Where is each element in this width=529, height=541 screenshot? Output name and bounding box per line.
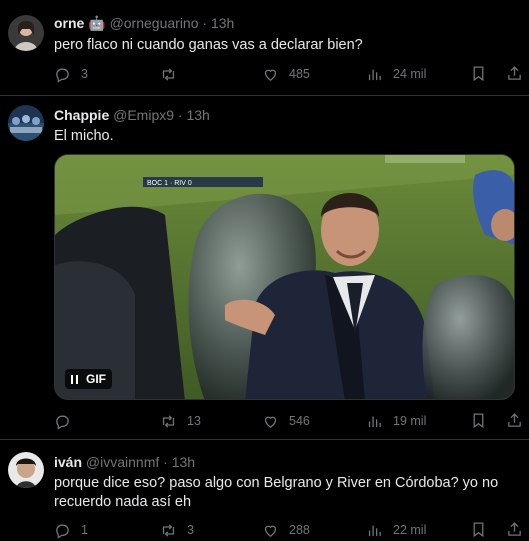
reply-count: 3 [81,67,88,81]
views-count: 19 mil [393,414,427,428]
display-name[interactable]: iván [54,454,82,470]
like-button[interactable]: 288 [262,520,310,540]
tweet-text: porque dice eso? paso algo con Belgrano … [54,475,499,510]
views-icon [368,525,381,536]
share-button[interactable] [506,521,523,538]
retweet-count: 13 [187,414,201,428]
views-icon [368,416,381,427]
separator-dot: · [202,15,208,31]
separator-dot: · [177,107,183,123]
views-button[interactable]: 24 mil [366,64,426,84]
reply-button[interactable]: 1 [54,520,88,540]
like-button[interactable]: 546 [262,411,310,431]
bookmark-button[interactable] [470,521,487,538]
retweet-icon [162,67,175,81]
gif-media[interactable]: BOC 1 · RIV 0 GIF [54,154,515,400]
retweet-icon [162,523,175,537]
separator-dot: · [163,454,168,470]
gif-badge[interactable]: GIF [65,369,112,389]
action-bar: 1 3 288 22 mil [54,520,521,540]
share-icon [508,66,521,80]
like-icon [264,416,277,428]
like-count: 288 [289,523,310,537]
tweet-text: pero flaco ni cuando ganas vas a declara… [54,37,363,53]
like-button[interactable]: 485 [262,64,310,84]
bookmark-icon [473,522,484,538]
display-name[interactable]: Chappie [54,107,109,123]
reply-icon [56,415,69,430]
gif-label: GIF [86,372,106,386]
timestamp[interactable]: 13h [211,15,234,31]
reply-button[interactable]: 3 [54,64,88,84]
handle[interactable]: @Emipx9 [113,107,174,123]
retweet-button[interactable]: 3 [160,520,194,540]
share-button[interactable] [506,65,523,82]
action-bar: 13 546 19 mil [54,411,521,431]
retweet-button[interactable]: 13 [160,411,201,431]
tweet-2[interactable]: Chappie @Emipx9 · 13h El micho. BOC 1 · … [0,96,529,440]
like-icon [264,69,277,81]
gif-frame: BOC 1 · RIV 0 [55,155,514,399]
share-button[interactable] [506,412,523,429]
bookmark-button[interactable] [470,65,487,82]
share-icon [508,522,521,536]
like-count: 485 [289,67,310,81]
avatar[interactable] [8,452,44,488]
tweet-text: El micho. [54,128,114,144]
reply-count: 1 [81,523,88,537]
bookmark-icon [473,413,484,429]
reply-icon [56,68,69,83]
views-button[interactable]: 19 mil [366,411,426,431]
avatar[interactable] [8,15,44,51]
pause-icon [71,374,78,384]
avatar[interactable] [8,105,44,141]
tweet-3[interactable]: iván @ivvainnmf · 13h porque dice eso? p… [0,440,529,540]
share-icon [508,413,521,427]
views-count: 24 mil [393,67,427,81]
like-count: 546 [289,414,310,428]
action-bar: 3 485 24 mil [54,64,521,84]
timestamp[interactable]: 13h [172,454,195,470]
like-icon [264,525,277,537]
handle[interactable]: @orneguarino [110,15,199,31]
tweet-header: iván @ivvainnmf · 13h [54,453,195,471]
handle[interactable]: @ivvainnmf [86,454,159,470]
display-name[interactable]: orne [54,15,84,31]
emoji-badge: 🤖 [88,15,106,31]
scoreboard: BOC 1 · RIV 0 [147,180,192,187]
timestamp[interactable]: 13h [186,107,209,123]
tweet-header: Chappie @Emipx9 · 13h [54,106,210,124]
retweet-icon [162,414,175,428]
views-icon [368,69,381,80]
tweet-1[interactable]: orne 🤖 @orneguarino · 13h pero flaco ni … [0,0,529,96]
bookmark-button[interactable] [470,412,487,429]
views-button[interactable]: 22 mil [366,520,426,540]
retweet-count: 3 [187,523,194,537]
views-count: 22 mil [393,523,427,537]
reply-icon [56,524,69,539]
reply-button[interactable] [54,411,81,431]
bookmark-icon [473,66,484,82]
tweet-header: orne 🤖 @orneguarino · 13h [54,14,234,32]
retweet-button[interactable] [160,64,187,84]
